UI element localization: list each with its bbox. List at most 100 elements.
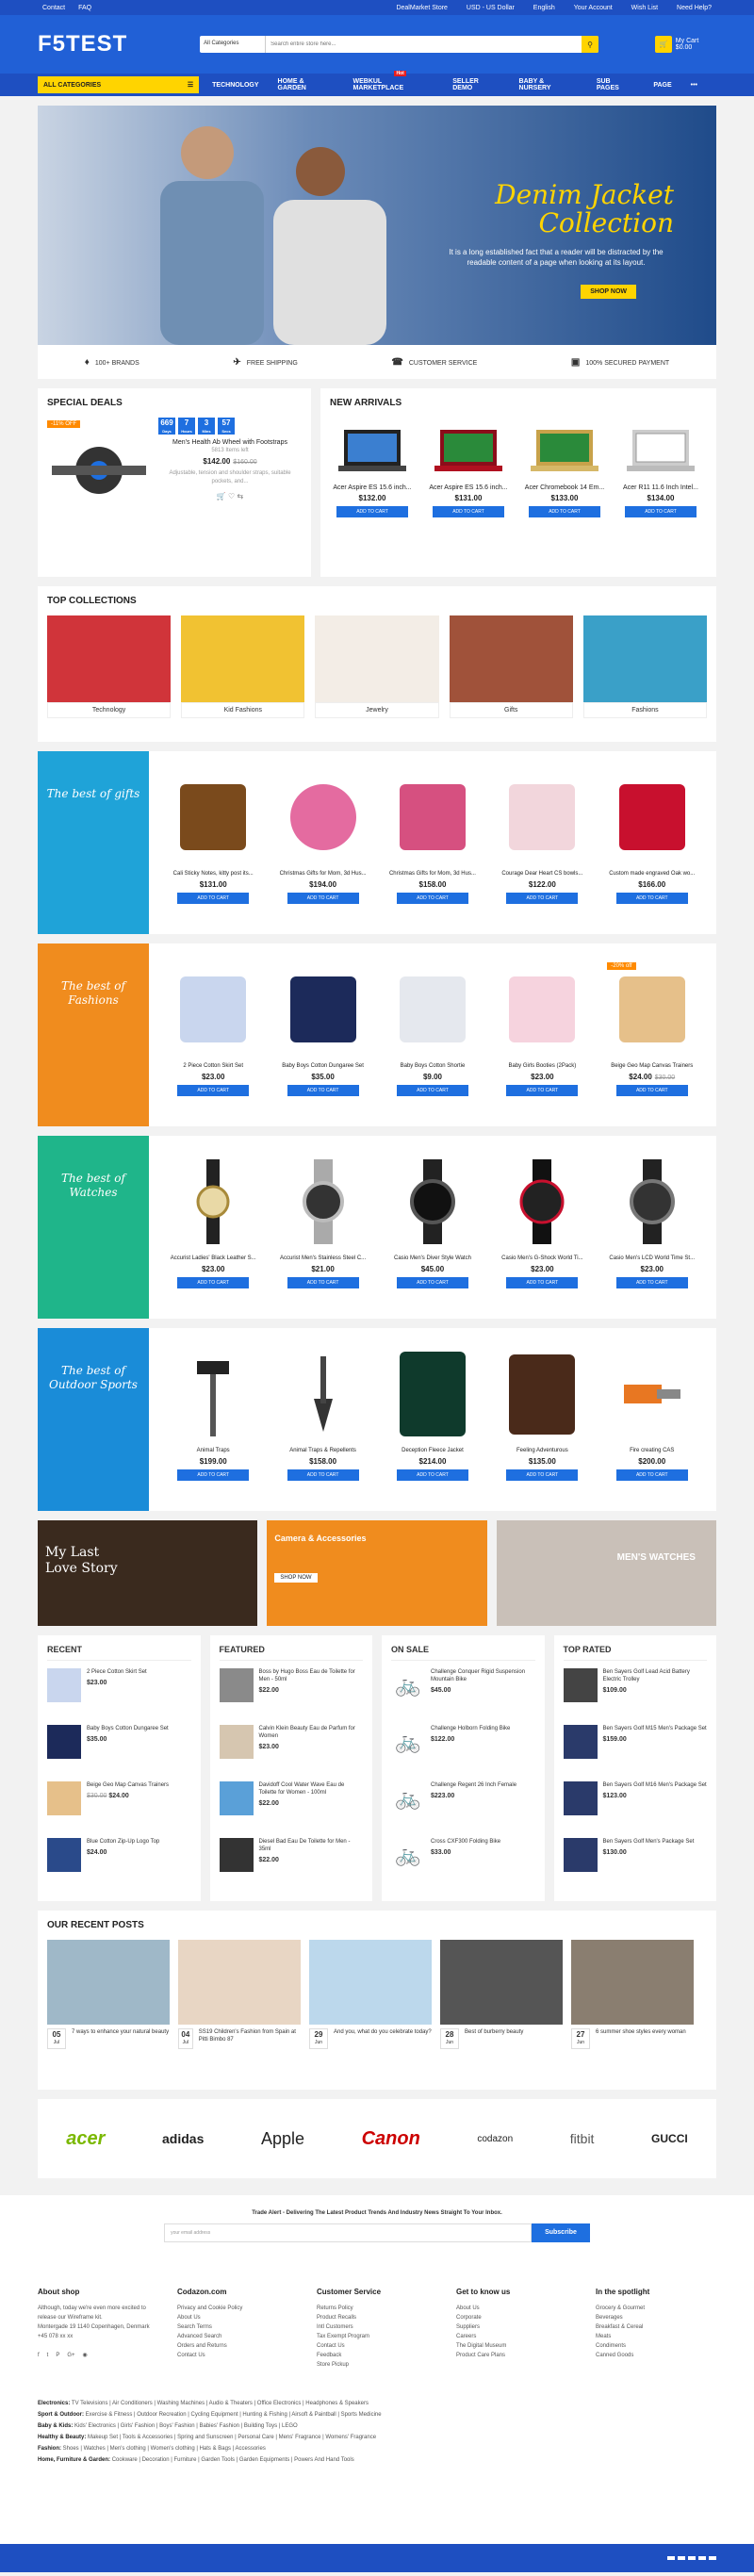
product-card[interactable]: Baby Boys Cotton Shortie $9.00 ADD TO CART (387, 962, 477, 1126)
product-card[interactable]: Acer Aspire ES 15.6 inch... $132.00 ADD TO… (330, 418, 415, 517)
list-item[interactable]: 🚲 Cross CXF300 Folding Bike $33.00 (391, 1838, 535, 1895)
help-link[interactable]: Need Help? (677, 5, 712, 11)
add-to-cart-button[interactable]: ADD TO CART (506, 1085, 579, 1096)
contact-link[interactable]: Contact (42, 5, 65, 11)
product-card[interactable]: Animal Traps $199.00 ADD TO CART (169, 1347, 258, 1511)
add-to-cart-button[interactable]: ADD TO CART (615, 893, 688, 904)
product-card[interactable]: Custom made engraved Oak wo... $166.00 ADD… (607, 770, 697, 934)
tag-values[interactable]: Makeup Set | Tools & Accessories | Sprin… (88, 2435, 376, 2440)
add-to-cart-button[interactable]: ADD TO CART (396, 1469, 468, 1481)
account-link[interactable]: Your Account (574, 5, 613, 11)
footer-link[interactable]: Tax Exempt Program (317, 2332, 437, 2341)
collection-kid-fashions[interactable]: Kid Fashions (181, 615, 305, 718)
add-to-cart-button[interactable]: ADD TO CART (287, 1469, 359, 1481)
product-card[interactable]: Christmas Gifts for Mom, 3d Hus... $194.0… (278, 770, 368, 934)
product-card[interactable]: Courage Dear Heart CS bowls... $122.00 ADD… (498, 770, 587, 934)
brand-fitbit[interactable]: fitbit (570, 2131, 595, 2146)
add-to-cart-button[interactable]: ADD TO CART (506, 1469, 579, 1481)
collection-technology[interactable]: Technology (47, 615, 172, 718)
more-icon[interactable]: ••• (691, 82, 697, 89)
shop-now-button[interactable]: SHOP NOW (581, 285, 636, 299)
post-card[interactable]: 28 Jun Best of burberry beauty (440, 1940, 563, 2049)
search-category-select[interactable]: All Categories (200, 36, 267, 53)
collection-gifts[interactable]: Gifts (449, 615, 573, 718)
subscribe-button[interactable]: Subscribe (532, 2223, 590, 2242)
footer-link[interactable]: Advanced Search (177, 2332, 298, 2341)
list-item[interactable]: 2 Piece Cotton Skirt Set $23.00 (47, 1668, 191, 1725)
brand-canon[interactable]: Canon (362, 2128, 420, 2150)
footer-link[interactable]: Privacy and Cookie Policy (177, 2304, 298, 2313)
collection-fashions[interactable]: Fashions (582, 615, 708, 718)
product-card[interactable]: Acer R11 11.6 Inch Intel... $134.00 ADD TO… (618, 418, 703, 517)
footer-link[interactable]: Orders and Returns (177, 2341, 298, 2351)
add-to-cart-button[interactable]: ADD TO CART (506, 893, 579, 904)
category-banner[interactable]: The best of Fashions (38, 943, 149, 1126)
product-card[interactable]: Fire creating CAS $200.00 ADD TO CART (607, 1347, 697, 1511)
tag-values[interactable]: Cookware | Decoration | Furniture | Gard… (112, 2457, 354, 2463)
footer-link[interactable]: Intl Customers (317, 2322, 437, 2332)
footer-link[interactable]: Suppliers (456, 2322, 577, 2332)
post-card[interactable]: 04 Jul SS19 Children's Fashion from Spain … (178, 1940, 301, 2049)
product-card[interactable]: Casio Men's G-Shock World Ti... $23.00 ADD… (498, 1155, 587, 1319)
footer-link[interactable]: Condiments (596, 2341, 716, 2351)
list-item[interactable]: Boss by Hugo Boss Eau de Toilette for Me… (219, 1668, 364, 1725)
list-item[interactable]: Ben Sayers Golf Lead Acid Battery Electr… (563, 1668, 708, 1725)
store-switch[interactable]: DealMarket Store (396, 5, 447, 11)
product-card[interactable]: Acer Chromebook 14 Em... $133.00 ADD TO CA… (522, 418, 607, 517)
brand-apple[interactable]: Apple (261, 2129, 304, 2149)
twitter-icon[interactable]: t (47, 2351, 49, 2360)
promo-watches-banner[interactable]: MEN'S WATCHES (496, 1520, 716, 1626)
product-card[interactable]: Accurist Men's Stainless Steel C... $21.0… (278, 1155, 368, 1319)
product-card[interactable]: Accurist Ladies' Black Leather S... $23.0… (169, 1155, 258, 1319)
list-item[interactable]: Ben Sayers Golf M15 Men's Package Set $15… (563, 1725, 708, 1781)
add-to-cart-button[interactable]: ADD TO CART (615, 1277, 688, 1288)
post-card[interactable]: 29 Jun And you, what do you celebrate toda… (309, 1940, 432, 2049)
add-to-cart-button[interactable]: ADD TO CART (506, 1277, 579, 1288)
footer-link[interactable]: Feedback (317, 2351, 437, 2360)
list-item[interactable]: 🚲 Challenge Regent 26 Inch Female $223.00 (391, 1781, 535, 1838)
compare-icon[interactable]: ⇆ (237, 492, 243, 500)
product-card[interactable]: 2 Piece Cotton Skirt Set $23.00 ADD TO CAR… (169, 962, 258, 1126)
add-to-cart-button[interactable]: ADD TO CART (177, 1085, 250, 1096)
special-deal-image[interactable]: -11% OFF (47, 418, 151, 521)
add-to-cart-button[interactable]: ADD TO CART (615, 1085, 688, 1096)
googleplus-icon[interactable]: G+ (67, 2351, 74, 2360)
footer-link[interactable]: Search Terms (177, 2322, 298, 2332)
list-item[interactable]: Calvin Klein Beauty Eau de Parfum for Wo… (219, 1725, 364, 1781)
brand-gucci[interactable]: GUCCI (651, 2132, 688, 2145)
tag-values[interactable]: Shoes | Watches | Men's clothing | Women… (63, 2446, 266, 2452)
add-to-cart-button[interactable]: ADD TO CART (177, 1277, 250, 1288)
add-to-cart-button[interactable]: ADD TO CART (396, 893, 468, 904)
footer-link[interactable]: Contact Us (317, 2341, 437, 2351)
nav-page[interactable]: PAGE (653, 82, 671, 89)
product-card[interactable]: Deception Fleece Jacket $214.00 ADD TO CAR… (387, 1347, 477, 1511)
search-button[interactable]: ⚲ (582, 36, 599, 53)
product-card[interactable]: Cali Sticky Notes, kitty post its... $131… (169, 770, 258, 934)
nav-sub-pages[interactable]: SUB PAGES (597, 78, 635, 91)
add-to-cart-button[interactable]: ADD TO CART (529, 506, 600, 517)
promo-camera-banner[interactable]: Camera & Accessories SHOP NOW (267, 1520, 487, 1626)
post-card[interactable]: 05 Jul 7 ways to enhance your natural beau… (47, 1940, 170, 2049)
list-item[interactable]: 🚲 Challenge Holborn Folding Bike $122.00 (391, 1725, 535, 1781)
footer-link[interactable]: Returns Policy (317, 2304, 437, 2313)
nav-marketplace[interactable]: WEBKUL MARKETPLACE Hot (352, 71, 434, 91)
brand-adidas[interactable]: adidas (162, 2131, 204, 2146)
category-banner[interactable]: The best of Watches (38, 1136, 149, 1319)
list-item[interactable]: Baby Boys Cotton Dungaree Set $35.00 (47, 1725, 191, 1781)
collection-jewelry[interactable]: Jewelry (315, 615, 439, 718)
newsletter-email-input[interactable]: your email address (164, 2223, 533, 2242)
product-card[interactable]: Casio Men's Diver Style Watch $45.00 ADD T… (387, 1155, 477, 1319)
cart-button[interactable]: 🛒 My Cart $0.00 (655, 36, 716, 53)
nav-technology[interactable]: TECHNOLOGY (212, 82, 258, 89)
product-card[interactable]: Baby Boys Cotton Dungaree Set $35.00 ADD T… (278, 962, 368, 1126)
category-banner[interactable]: The best of gifts (38, 751, 149, 934)
add-to-cart-button[interactable]: ADD TO CART (396, 1277, 468, 1288)
footer-link[interactable]: Store Pickup (317, 2360, 437, 2370)
footer-link[interactable]: Grocery & Gourmet (596, 2304, 716, 2313)
footer-link[interactable]: The Digital Museum (456, 2341, 577, 2351)
add-to-cart-button[interactable]: ADD TO CART (287, 1277, 359, 1288)
footer-link[interactable]: Product Care Plans (456, 2351, 577, 2360)
product-card[interactable]: -20% off Beige Geo Map Canvas Trainers $24… (607, 962, 697, 1126)
hero-banner[interactable]: Denim Jacket Collection It is a long est… (38, 106, 716, 345)
add-to-cart-button[interactable]: ADD TO CART (625, 506, 697, 517)
